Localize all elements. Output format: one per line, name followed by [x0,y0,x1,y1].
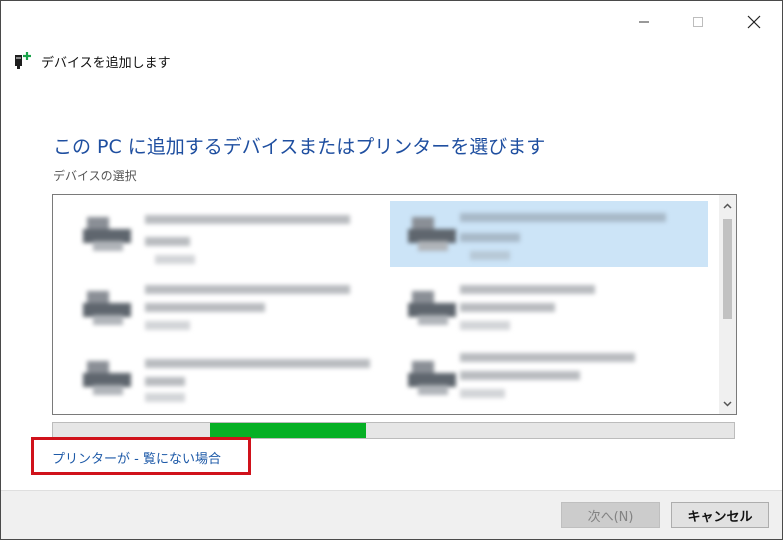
progress-bar-fill [209,423,367,438]
minimize-icon [639,21,649,23]
printer-not-listed-link[interactable]: プリンターが - 覧にない場合 [52,448,221,467]
device-tile[interactable] [390,275,708,341]
close-button[interactable] [733,7,775,37]
next-button[interactable]: 次へ(N) [561,502,660,528]
device-icon [83,217,131,253]
device-icon [408,217,456,253]
maximize-icon [693,17,703,27]
device-tile[interactable] [65,275,383,341]
add-device-window: デバイスを追加します この PC に追加するデバイスまたはプリンターを選びます … [0,0,783,540]
device-tile[interactable] [65,201,383,267]
device-icon [83,291,131,327]
scrollbar-thumb[interactable] [723,219,732,319]
page-title: この PC に追加するデバイスまたはプリンターを選びます [53,136,546,158]
device-tile[interactable] [390,345,708,411]
device-icon [83,361,131,397]
device-select-label: デバイスの選択 [53,169,137,183]
scroll-up-button[interactable] [719,197,736,214]
chevron-up-icon [723,202,732,209]
device-list-scrollbar[interactable] [719,195,736,414]
chevron-down-icon [723,400,732,407]
maximize-button[interactable] [677,7,719,37]
device-tile-selected[interactable] [390,201,708,267]
add-device-icon [15,52,31,69]
device-icon [408,361,456,397]
wizard-footer: 次へ(N) キャンセル [1,490,782,539]
device-list[interactable] [52,194,737,415]
cancel-button[interactable]: キャンセル [671,502,769,528]
minimize-button[interactable] [623,7,665,37]
device-tile[interactable] [65,345,383,411]
scroll-down-button[interactable] [719,395,736,412]
device-icon [408,291,456,327]
close-icon [747,15,761,29]
wizard-header: デバイスを追加します [13,49,171,73]
wizard-header-title: デバイスを追加します [41,55,171,71]
